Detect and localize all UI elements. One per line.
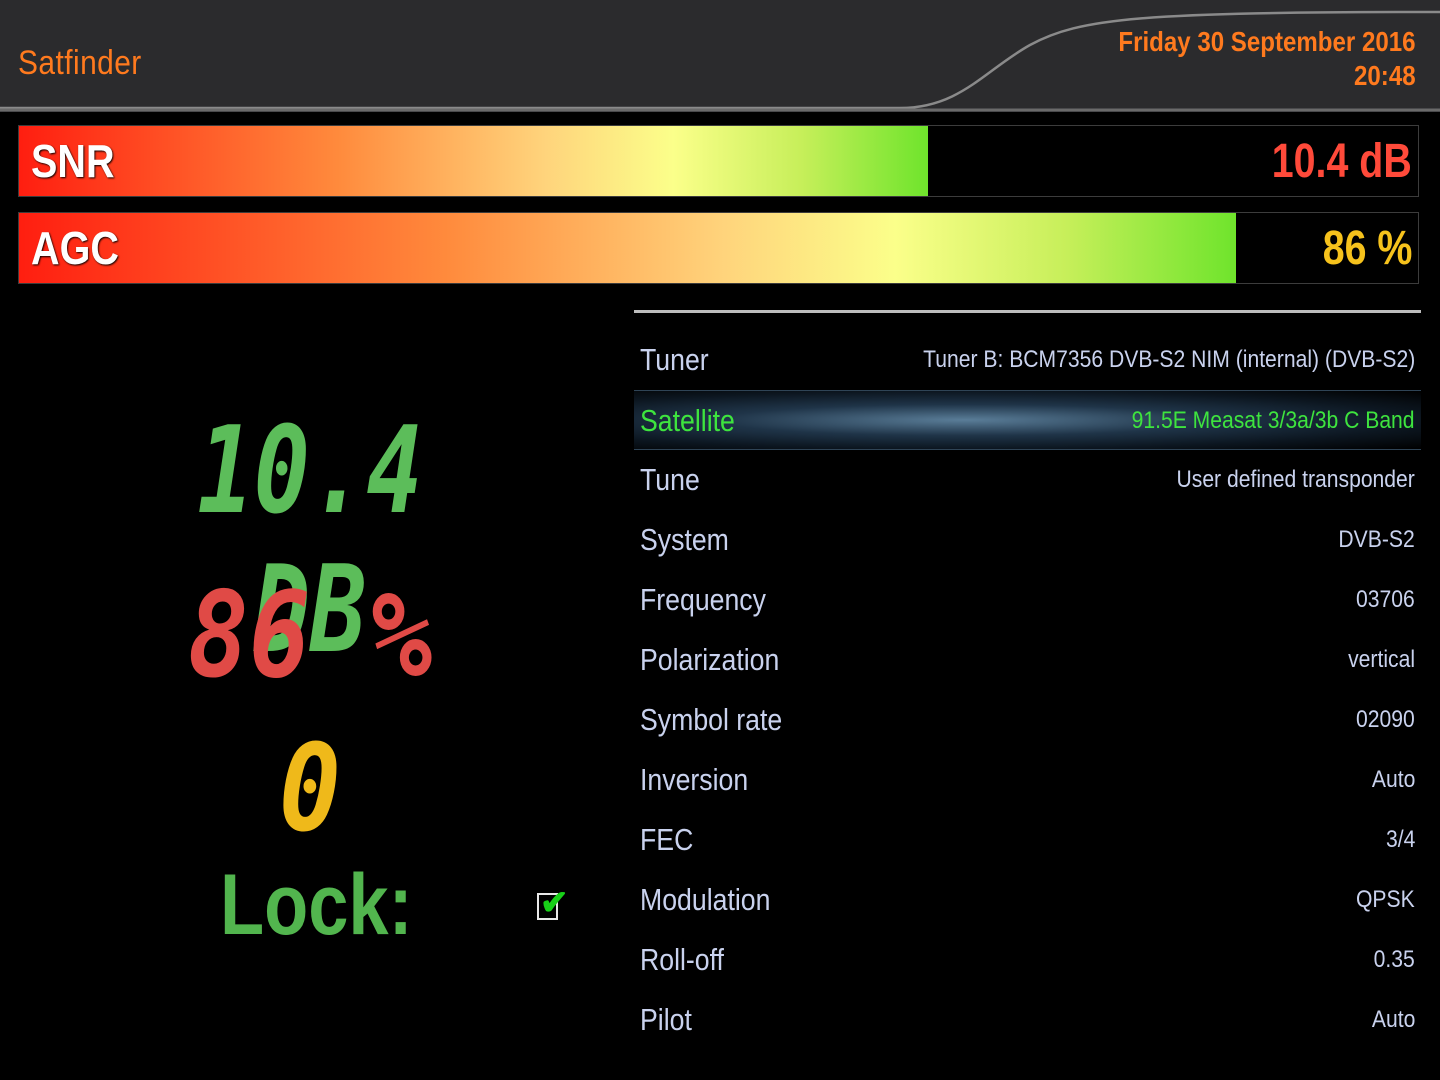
info-row-polarization[interactable]: Polarization vertical bbox=[634, 630, 1421, 690]
info-row-value: Auto bbox=[1371, 1006, 1415, 1033]
date-display: Friday 30 September 2016 bbox=[1118, 26, 1416, 57]
info-row-label: Symbol rate bbox=[640, 702, 783, 737]
info-row-value: 0.35 bbox=[1373, 946, 1415, 973]
info-row-roll-off[interactable]: Roll-off 0.35 bbox=[634, 930, 1421, 990]
info-row-satellite[interactable]: Satellite 91.5E Measat 3/3a/3b C Band bbox=[634, 390, 1421, 450]
info-row-modulation[interactable]: Modulation QPSK bbox=[634, 870, 1421, 930]
info-row-value: Auto bbox=[1371, 766, 1415, 793]
header-bar: Satfinder Friday 30 September 2016 20:48 bbox=[0, 0, 1440, 112]
agc-meter-fill bbox=[19, 213, 1237, 283]
info-row-label: Polarization bbox=[640, 642, 780, 677]
lock-label: Lock: bbox=[220, 857, 413, 953]
info-row-value: vertical bbox=[1348, 646, 1415, 673]
info-row-value: Tuner B: BCM7356 DVB-S2 NIM (internal) (… bbox=[922, 346, 1415, 373]
time-display: 20:48 bbox=[1354, 60, 1416, 91]
info-row-value: 3/4 bbox=[1385, 826, 1415, 853]
agc-meter: AGC 86 % bbox=[18, 212, 1419, 284]
info-row-value: QPSK bbox=[1356, 886, 1415, 913]
checkmark-icon: ✔ bbox=[540, 884, 569, 922]
info-row-fec[interactable]: FEC 3/4 bbox=[634, 810, 1421, 870]
agc-meter-label: AGC bbox=[31, 222, 119, 274]
info-row-label: Frequency bbox=[640, 582, 766, 617]
info-row-tune[interactable]: Tune User defined transponder bbox=[634, 450, 1421, 510]
info-row-label: Modulation bbox=[640, 882, 771, 917]
snr-meter-value: 10.4 dB bbox=[1271, 135, 1412, 188]
info-row-pilot[interactable]: Pilot Auto bbox=[634, 990, 1421, 1050]
info-row-value: DVB-S2 bbox=[1338, 526, 1415, 553]
info-row-tuner[interactable]: Tuner Tuner B: BCM7356 DVB-S2 NIM (intern… bbox=[634, 330, 1421, 390]
info-row-label: Tuner bbox=[640, 342, 709, 377]
ber-big-readout: 0 bbox=[278, 720, 342, 859]
info-row-inversion[interactable]: Inversion Auto bbox=[634, 750, 1421, 810]
info-row-label: Tune bbox=[640, 462, 700, 497]
info-row-symbol-rate[interactable]: Symbol rate 02090 bbox=[634, 690, 1421, 750]
info-row-value: 03706 bbox=[1356, 586, 1415, 613]
info-row-label: System bbox=[640, 522, 729, 557]
info-row-value: 02090 bbox=[1356, 706, 1415, 733]
info-divider bbox=[634, 310, 1421, 313]
info-row-label: Pilot bbox=[640, 1002, 692, 1037]
snr-meter-fill bbox=[19, 126, 929, 196]
info-row-label: Inversion bbox=[640, 762, 749, 797]
info-row-label: FEC bbox=[640, 822, 694, 857]
app-title: Satfinder bbox=[18, 44, 142, 82]
info-row-system[interactable]: System DVB-S2 bbox=[634, 510, 1421, 570]
info-row-label: Roll-off bbox=[640, 942, 724, 977]
agc-big-readout: 86 % bbox=[187, 566, 433, 704]
tuner-info-list[interactable]: Tuner Tuner B: BCM7356 DVB-S2 NIM (intern… bbox=[634, 330, 1421, 1050]
info-row-label: Satellite bbox=[640, 403, 735, 438]
snr-meter: SNR 10.4 dB bbox=[18, 125, 1419, 197]
snr-meter-label: SNR bbox=[31, 135, 115, 187]
lock-checkbox: ✔ bbox=[537, 884, 569, 922]
info-row-value: User defined transponder bbox=[1176, 466, 1415, 493]
info-row-frequency[interactable]: Frequency 03706 bbox=[634, 570, 1421, 630]
info-row-value: 91.5E Measat 3/3a/3b C Band bbox=[1132, 407, 1415, 434]
agc-meter-value: 86 % bbox=[1322, 222, 1412, 275]
